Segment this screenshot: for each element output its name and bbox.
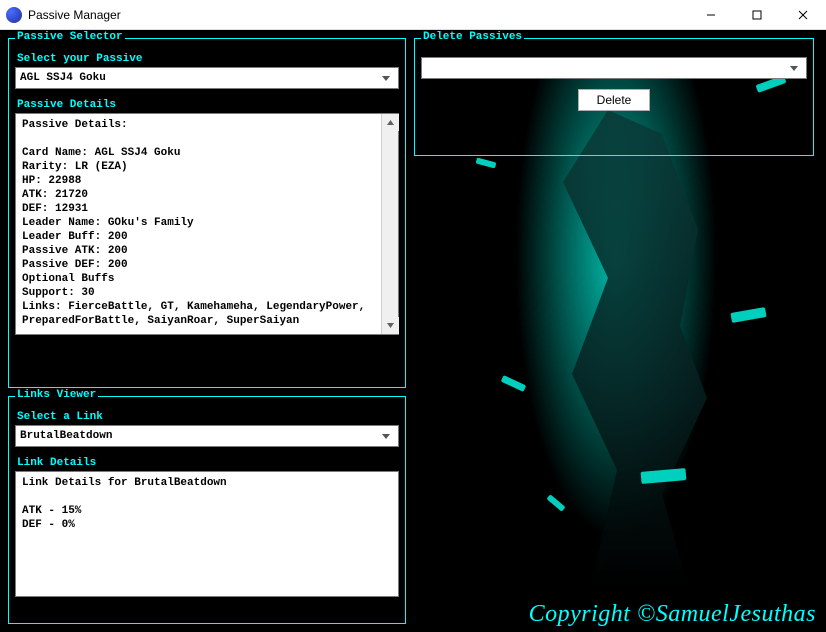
chevron-down-icon (378, 76, 394, 81)
passive-details-scrollbar[interactable] (381, 114, 398, 334)
select-link-combo[interactable]: BrutalBeatdown (15, 425, 399, 447)
content-area: Passive Selector Select your Passive AGL… (0, 30, 826, 632)
passive-selector-group: Passive Selector Select your Passive AGL… (8, 38, 406, 388)
delete-passives-group: Delete Passives Delete (414, 38, 814, 156)
window-close-button[interactable] (780, 0, 826, 30)
app-icon (6, 7, 22, 23)
window-titlebar: Passive Manager (0, 0, 826, 30)
links-viewer-group: Links Viewer Select a Link BrutalBeatdow… (8, 396, 406, 624)
app-body: Passive Selector Select your Passive AGL… (0, 30, 826, 632)
link-details-text: Link Details for BrutalBeatdown ATK - 15… (16, 472, 398, 536)
delete-button[interactable]: Delete (578, 89, 651, 111)
window-controls (688, 0, 826, 29)
delete-passive-combo[interactable] (421, 57, 807, 79)
window-title: Passive Manager (28, 8, 688, 22)
scroll-up-icon[interactable] (382, 114, 399, 131)
select-passive-combo[interactable]: AGL SSJ4 Goku (15, 67, 399, 89)
delete-passives-legend: Delete Passives (421, 31, 524, 43)
passive-details-text: Passive Details: Card Name: AGL SSJ4 Gok… (16, 114, 398, 346)
delete-button-row: Delete (421, 89, 807, 111)
select-passive-value: AGL SSJ4 Goku (20, 72, 378, 84)
chevron-down-icon (786, 66, 802, 71)
link-details-title: Link Details (17, 457, 399, 469)
scroll-down-icon[interactable] (382, 317, 399, 334)
passive-selector-legend: Passive Selector (15, 31, 125, 43)
select-link-label: Select a Link (17, 411, 399, 423)
select-link-value: BrutalBeatdown (20, 430, 378, 442)
window-minimize-button[interactable] (688, 0, 734, 30)
select-passive-label: Select your Passive (17, 53, 399, 65)
passive-details-title: Passive Details (17, 99, 399, 111)
link-details-pane[interactable]: Link Details for BrutalBeatdown ATK - 15… (15, 471, 399, 597)
passive-details-pane[interactable]: Passive Details: Card Name: AGL SSJ4 Gok… (15, 113, 399, 335)
links-viewer-legend: Links Viewer (15, 389, 98, 401)
chevron-down-icon (378, 434, 394, 439)
window-maximize-button[interactable] (734, 0, 780, 30)
copyright-text: Copyright ©SamuelJesuthas (529, 601, 816, 628)
